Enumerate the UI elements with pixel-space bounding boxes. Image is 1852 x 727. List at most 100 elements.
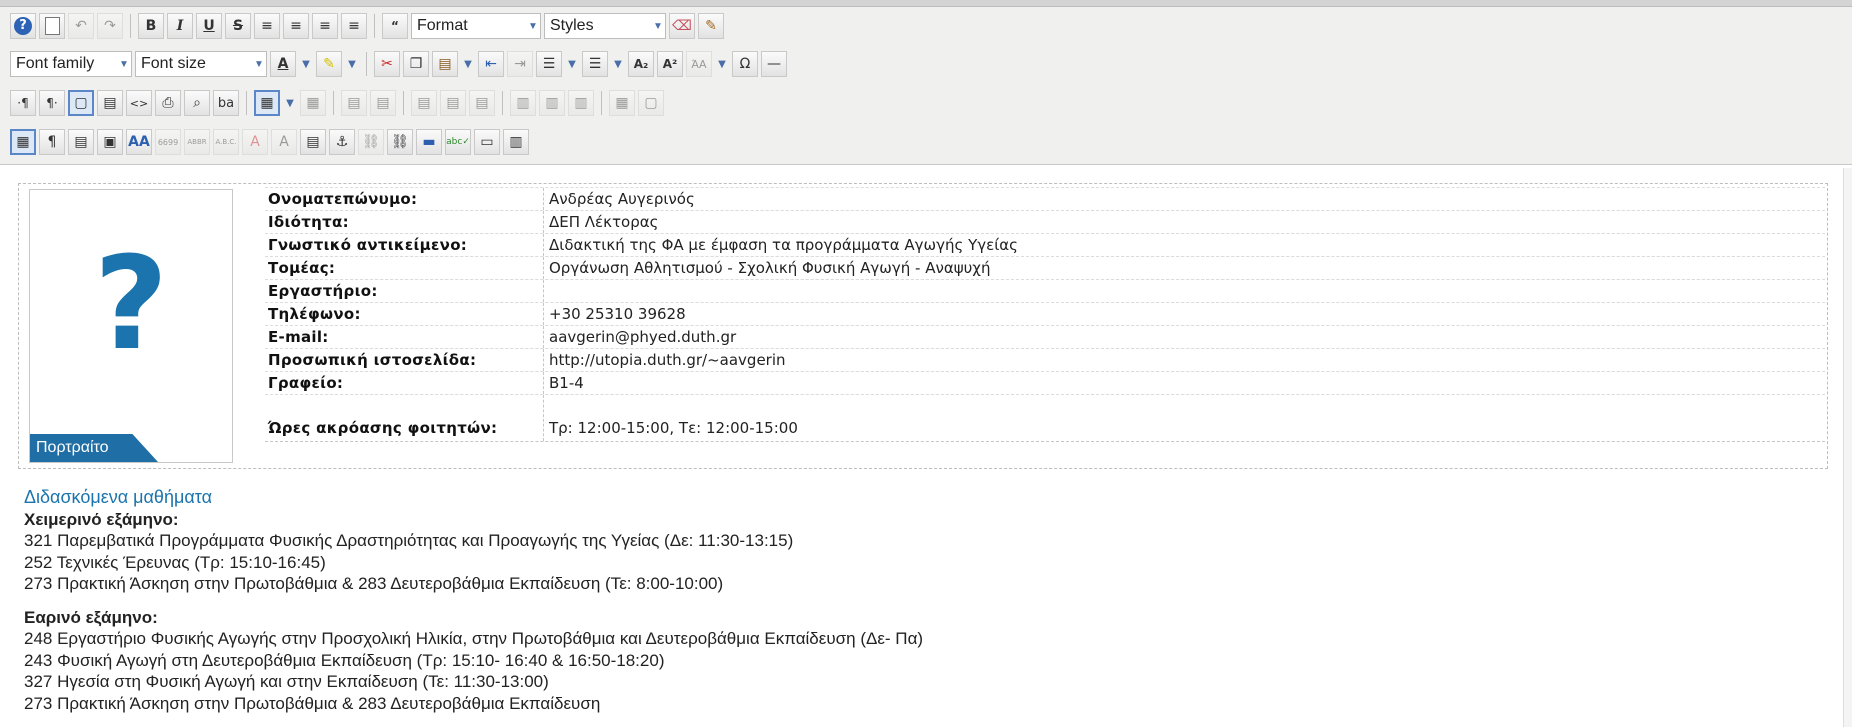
- fullscreen-icon[interactable]: ▢: [68, 90, 94, 116]
- align-left-icon[interactable]: ≡: [312, 13, 338, 39]
- email-link[interactable]: aavgerin@phyed.duth.gr: [549, 328, 736, 346]
- new-document-icon[interactable]: [39, 13, 65, 39]
- course-item: 243 Φυσική Αγωγή στη Δευτεροβάθμια Εκπαί…: [24, 650, 665, 670]
- insert-row-before-icon[interactable]: ▤: [411, 90, 437, 116]
- toolbar-separator: [403, 91, 404, 115]
- spellcheck-icon[interactable]: abc✓: [445, 129, 471, 155]
- blockquote-icon[interactable]: “: [382, 13, 408, 39]
- text-color-icon[interactable]: A: [270, 51, 296, 77]
- chevron-down-icon[interactable]: ▼: [461, 51, 475, 77]
- chevron-down-icon[interactable]: ▼: [283, 90, 297, 116]
- superscript-icon[interactable]: A²: [657, 51, 683, 77]
- copy-icon[interactable]: ❐: [403, 51, 429, 77]
- page-break-icon[interactable]: ▤: [68, 129, 94, 155]
- styles-select[interactable]: Styles ▼: [544, 13, 666, 39]
- italic-button[interactable]: I: [167, 13, 193, 39]
- insert-col-before-icon[interactable]: ▥: [510, 90, 536, 116]
- delete-row-icon[interactable]: ▤: [469, 90, 495, 116]
- justify-icon[interactable]: ≡: [254, 13, 280, 39]
- vertical-scrollbar[interactable]: [1843, 168, 1852, 727]
- cut-icon[interactable]: ✂: [374, 51, 400, 77]
- profile-table: ? Πορτραίτο Ονοματεπώνυμο: Ανδρέας Αυγερ…: [18, 183, 1828, 469]
- bold-button[interactable]: B: [138, 13, 164, 39]
- delete-col-icon[interactable]: ▥: [568, 90, 594, 116]
- source-code-icon[interactable]: <>: [126, 90, 152, 116]
- course-item: 327 Ηγεσία στη Φυσική Αγωγή και στην Εκπ…: [24, 672, 549, 691]
- acronym-icon[interactable]: A.B.C.: [213, 129, 239, 155]
- eraser-icon[interactable]: ⌫: [669, 13, 695, 39]
- cite-icon[interactable]: 6699: [155, 129, 181, 155]
- insertion-icon[interactable]: A: [271, 129, 297, 155]
- course-item: 273 Πρακτική Άσκηση στην Πρωτοβάθμια & 2…: [24, 693, 601, 713]
- indent-icon[interactable]: ⇥: [507, 51, 533, 77]
- question-mark-icon: ?: [93, 230, 169, 379]
- field-row: Εργαστήριο:: [265, 279, 1825, 303]
- cell-divider: [543, 280, 544, 302]
- rtl-icon[interactable]: ¶·: [39, 90, 65, 116]
- toolbar-separator: [502, 91, 503, 115]
- deletion-icon[interactable]: A: [242, 129, 268, 155]
- character-map-icon[interactable]: ΆΑ: [686, 51, 712, 77]
- abbr-icon[interactable]: ABBR: [184, 129, 210, 155]
- insert-row-after-icon[interactable]: ▤: [440, 90, 466, 116]
- image-icon[interactable]: ▬: [416, 129, 442, 155]
- undo-icon[interactable]: ↶: [68, 13, 94, 39]
- highlight-color-icon[interactable]: ✎: [316, 51, 342, 77]
- horizontal-rule-icon[interactable]: —: [761, 51, 787, 77]
- align-center-icon[interactable]: ≡: [283, 13, 309, 39]
- find-icon[interactable]: ⌕: [184, 90, 210, 116]
- styleprops-icon[interactable]: AA: [126, 129, 152, 155]
- align-right-icon[interactable]: ≡: [341, 13, 367, 39]
- paste-icon[interactable]: ▤: [432, 51, 458, 77]
- layout-icon[interactable]: ▥: [503, 129, 529, 155]
- insert-row-icon[interactable]: ▭: [474, 129, 500, 155]
- numbered-list-icon[interactable]: ☰: [536, 51, 562, 77]
- chevron-down-icon[interactable]: ▼: [611, 51, 625, 77]
- format-select[interactable]: Format ▼: [411, 13, 541, 39]
- field-value: +30 25310 39628: [549, 305, 686, 323]
- font-family-select[interactable]: Font family ▼: [10, 51, 132, 77]
- chevron-down-icon[interactable]: ▼: [565, 51, 579, 77]
- chevron-down-icon[interactable]: ▼: [299, 51, 313, 77]
- strikethrough-button[interactable]: S: [225, 13, 251, 39]
- toolbar-separator: [601, 91, 602, 115]
- template-icon[interactable]: ▤: [97, 90, 123, 116]
- link-icon[interactable]: ⛓: [387, 129, 413, 155]
- outdent-icon[interactable]: ⇤: [478, 51, 504, 77]
- show-blocks-icon[interactable]: ¶: [39, 129, 65, 155]
- replace-icon[interactable]: ba: [213, 90, 239, 116]
- split-cells-icon[interactable]: ▦: [609, 90, 635, 116]
- unlink-icon[interactable]: ⛓: [358, 129, 384, 155]
- table-icon[interactable]: ▦: [254, 90, 280, 116]
- insert-col-after-icon[interactable]: ▥: [539, 90, 565, 116]
- help-icon[interactable]: ?: [10, 13, 36, 39]
- visual-aid-icon[interactable]: ▦: [10, 129, 36, 155]
- font-size-select[interactable]: Font size ▼: [135, 51, 267, 77]
- insert-layer-icon[interactable]: ▣: [97, 129, 123, 155]
- field-value: Οργάνωση Αθλητισμού - Σχολική Φυσική Αγω…: [549, 259, 991, 277]
- chevron-down-icon: ▼: [254, 58, 264, 70]
- field-label: Ονοματεπώνυμο:: [268, 190, 418, 208]
- merge-cells-icon[interactable]: ▢: [638, 90, 664, 116]
- field-value: Διδακτική της ΦΑ με έμφαση τα προγράμματ…: [549, 236, 1018, 254]
- print-icon[interactable]: ⎙: [155, 90, 181, 116]
- omega-icon[interactable]: Ω: [732, 51, 758, 77]
- row-properties-icon[interactable]: ▤: [341, 90, 367, 116]
- chevron-down-icon: ▼: [528, 20, 538, 32]
- anchor-icon[interactable]: ⚓: [329, 129, 355, 155]
- chevron-down-icon[interactable]: ▼: [345, 51, 359, 77]
- subscript-icon[interactable]: A₂: [628, 51, 654, 77]
- underline-button[interactable]: U: [196, 13, 222, 39]
- bullet-list-icon[interactable]: ☰: [582, 51, 608, 77]
- redo-icon[interactable]: ↷: [97, 13, 123, 39]
- homepage-link[interactable]: http://utopia.duth.gr/~aavgerin: [549, 351, 786, 369]
- delete-table-icon[interactable]: ▦: [300, 90, 326, 116]
- attributes-icon[interactable]: ▤: [300, 129, 326, 155]
- paint-brush-icon[interactable]: ✎: [698, 13, 724, 39]
- ltr-icon[interactable]: ·¶: [10, 90, 36, 116]
- cell-properties-icon[interactable]: ▤: [370, 90, 396, 116]
- winter-semester-label: Χειμερινό εξάμηνο:: [24, 509, 179, 529]
- field-value: Ανδρέας Αυγερινός: [549, 190, 695, 208]
- chevron-down-icon[interactable]: ▼: [715, 51, 729, 77]
